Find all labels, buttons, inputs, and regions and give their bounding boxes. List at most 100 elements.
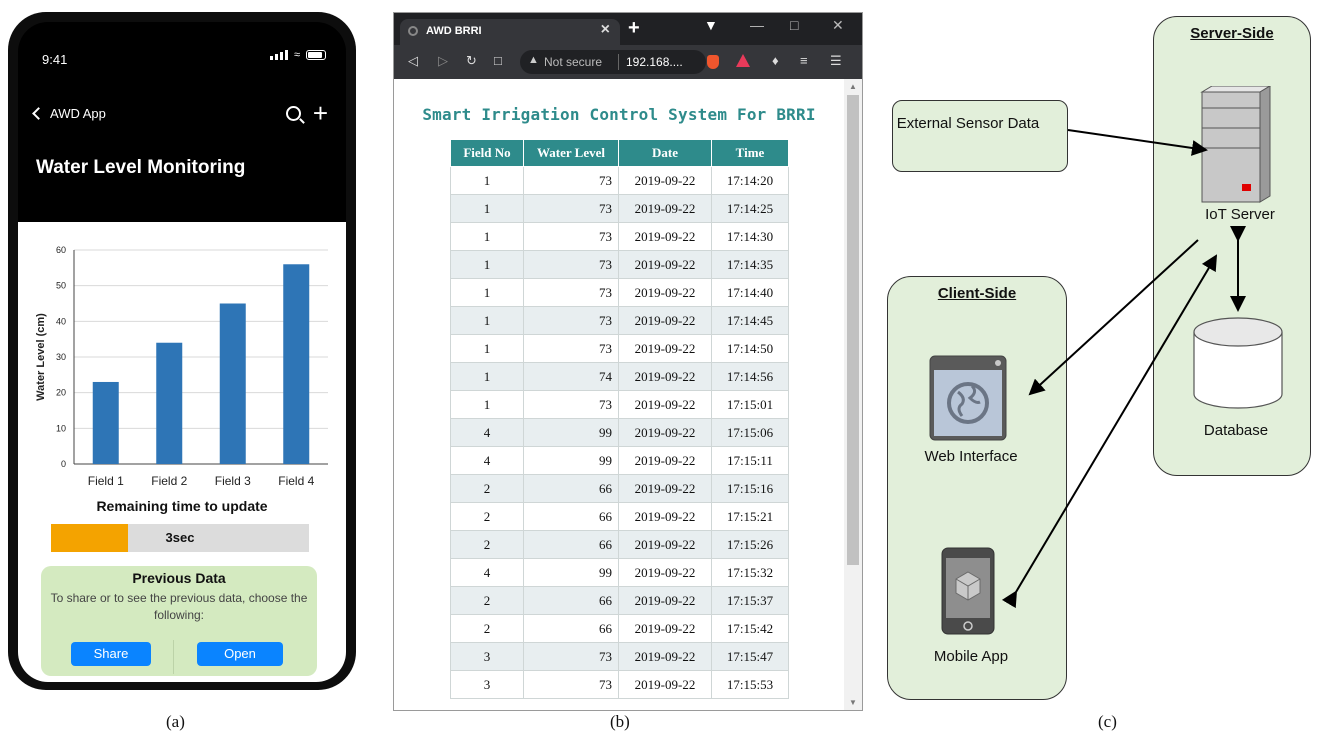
address-bar[interactable]: ▲ Not secure 192.168.... <box>520 50 706 74</box>
table-cell: 2019-09-22 <box>618 670 712 699</box>
table-header-row: Field No Water Level Date Time <box>450 139 789 167</box>
y-tick-label: 40 <box>56 316 66 326</box>
plus-icon[interactable]: + <box>313 100 328 126</box>
close-tab-icon[interactable]: × <box>601 21 610 39</box>
search-icon[interactable] <box>285 105 301 121</box>
bar-3 <box>219 303 246 464</box>
panel-label-a: (a) <box>166 712 185 731</box>
table-row: 4 99 2019-09-22 17:15:06 <box>450 418 789 447</box>
table-row: 2 66 2019-09-22 17:15:21 <box>450 502 789 531</box>
menu-icon[interactable]: ☰ <box>830 53 842 69</box>
page-scrollbar[interactable]: ▲ ▼ <box>844 79 862 710</box>
nav-bar: AWD App + <box>18 100 346 132</box>
table-cell: 2019-09-22 <box>618 306 712 335</box>
table-cell: 2019-09-22 <box>618 446 712 475</box>
scroll-down-icon[interactable]: ▼ <box>849 698 857 707</box>
status-icons: ≈ <box>269 50 326 61</box>
previous-data-title: Previous Data <box>132 570 226 586</box>
reload-icon[interactable]: ↻ <box>466 53 477 69</box>
chevron-left-icon <box>32 107 45 120</box>
brave-shield-icon[interactable] <box>707 55 719 69</box>
table-cell: 17:15:26 <box>711 530 789 559</box>
panel-label-c: (c) <box>1098 712 1117 731</box>
maximize-icon[interactable]: □ <box>790 17 798 33</box>
water-level-chart: 0 10 20 30 40 50 60 Field 1 Field 2 Field 3 Field … <box>35 245 328 488</box>
table-row: 2 66 2019-09-22 17:15:42 <box>450 614 789 643</box>
share-button[interactable]: Share <box>71 642 151 666</box>
table-cell: 17:15:16 <box>711 474 789 503</box>
back-button[interactable]: AWD App <box>32 106 106 121</box>
table-row: 2 66 2019-09-22 17:15:16 <box>450 474 789 503</box>
table-cell: 2019-09-22 <box>618 390 712 419</box>
nav-actions: + <box>285 100 328 126</box>
brave-shields-menu-icon[interactable]: ▼ <box>704 17 718 33</box>
table-cell: 2019-09-22 <box>618 222 712 251</box>
table-row: 1 73 2019-09-22 17:14:50 <box>450 334 789 363</box>
close-window-icon[interactable]: ✕ <box>832 17 844 34</box>
table-row: 3 73 2019-09-22 17:15:47 <box>450 642 789 671</box>
table-cell: 66 <box>523 586 619 615</box>
table-cell: 2019-09-22 <box>618 362 712 391</box>
table-cell: 4 <box>450 446 524 475</box>
table-row: 1 73 2019-09-22 17:14:25 <box>450 194 789 223</box>
table-cell: 17:14:50 <box>711 334 789 363</box>
playlist-icon[interactable]: ≡ <box>800 53 808 68</box>
back-label: AWD App <box>50 106 106 121</box>
bookmark-icon[interactable]: □ <box>494 53 502 68</box>
table-cell: 66 <box>523 474 619 503</box>
status-time: 9:41 <box>42 52 68 67</box>
table-cell: 2019-09-22 <box>618 194 712 223</box>
server-mobile-arrow <box>1001 254 1218 609</box>
url-address: 192.168.... <box>626 55 683 69</box>
table-cell: 4 <box>450 558 524 587</box>
column-header: Date <box>618 139 712 167</box>
table-row: 4 99 2019-09-22 17:15:32 <box>450 558 789 587</box>
table-cell: 1 <box>450 250 524 279</box>
table-cell: 2019-09-22 <box>618 474 712 503</box>
open-button[interactable]: Open <box>197 642 283 666</box>
scroll-up-icon[interactable]: ▲ <box>849 82 857 91</box>
bar-2 <box>156 342 183 464</box>
page-title: Water Level Monitoring <box>36 157 246 178</box>
not-secure-label: Not secure <box>544 55 603 69</box>
remaining-time-label: Remaining time to update <box>96 498 268 514</box>
table-row: 1 73 2019-09-22 17:14:30 <box>450 222 789 251</box>
forward-icon[interactable]: ▷ <box>438 53 448 69</box>
table-cell: 3 <box>450 670 524 699</box>
table-cell: 66 <box>523 614 619 643</box>
table-cell: 1 <box>450 222 524 251</box>
table-cell: 17:14:20 <box>711 166 789 195</box>
table-cell: 2019-09-22 <box>618 642 712 671</box>
tab-awd-brri[interactable]: AWD BRRI × <box>400 19 620 45</box>
table-cell: 17:15:06 <box>711 418 789 447</box>
table-cell: 17:14:30 <box>711 222 789 251</box>
scroll-thumb[interactable] <box>847 95 859 565</box>
table-cell: 3 <box>450 642 524 671</box>
extensions-icon[interactable]: ♦ <box>772 53 779 68</box>
warning-icon: ▲ <box>528 54 539 66</box>
table-cell: 2019-09-22 <box>618 418 712 447</box>
table-cell: 2 <box>450 586 524 615</box>
new-tab-button[interactable]: + <box>628 17 640 40</box>
table-cell: 73 <box>523 250 619 279</box>
table-cell: 17:14:56 <box>711 362 789 391</box>
table-cell: 99 <box>523 558 619 587</box>
table-cell: 73 <box>523 306 619 335</box>
sensor-to-server-arrow <box>1067 129 1208 156</box>
brave-rewards-icon[interactable] <box>736 54 750 67</box>
table-row: 1 73 2019-09-22 17:14:35 <box>450 250 789 279</box>
table-row: 1 73 2019-09-22 17:14:40 <box>450 278 789 307</box>
minimize-icon[interactable]: — <box>750 17 764 33</box>
table-cell: 17:15:11 <box>711 446 789 475</box>
table-cell: 1 <box>450 334 524 363</box>
y-tick-label: 30 <box>56 352 66 362</box>
status-bar: 9:41 ≈ <box>18 22 346 74</box>
y-tick-label: 60 <box>56 245 66 255</box>
table-cell: 17:14:40 <box>711 278 789 307</box>
back-icon[interactable]: ◁ <box>408 53 418 69</box>
phone-screen: 9:41 ≈ AWD App + Water Level Monitoring … <box>18 22 346 682</box>
table-cell: 1 <box>450 166 524 195</box>
table-cell: 17:15:37 <box>711 586 789 615</box>
table-cell: 1 <box>450 306 524 335</box>
phone-mockup: 9:41 ≈ AWD App + Water Level Monitoring … <box>8 12 356 690</box>
